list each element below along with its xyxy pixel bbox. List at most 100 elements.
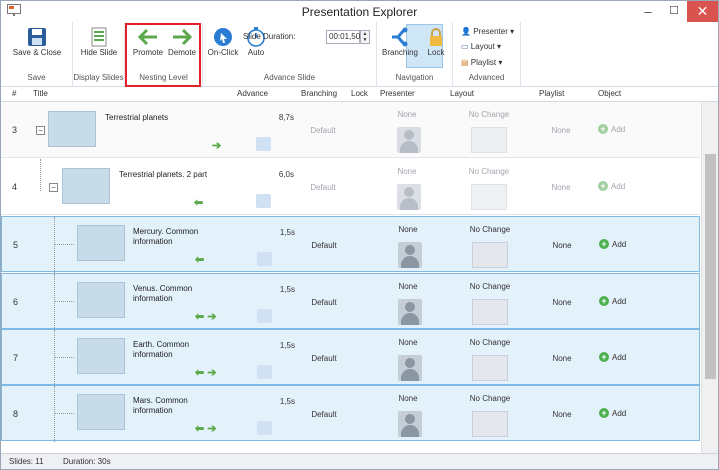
playlist-value[interactable]: None [539, 126, 583, 135]
status-bar: Slides: 11 Duration: 30s [1, 453, 718, 469]
on-click-icon[interactable] [257, 365, 272, 379]
col-lock[interactable]: Lock [351, 89, 368, 98]
timer-icon[interactable] [275, 137, 290, 151]
col-title[interactable]: Title [33, 89, 48, 98]
close-button[interactable]: ✕ [687, 1, 718, 22]
playlist-value[interactable]: None [540, 354, 584, 363]
presenter-value[interactable]: None [380, 394, 436, 403]
plus-icon: + [598, 181, 608, 191]
add-label: Add [612, 240, 627, 249]
timer-icon[interactable] [276, 309, 291, 323]
add-object-button[interactable]: + Add [599, 239, 626, 249]
add-object-button[interactable]: + Add [599, 352, 626, 362]
layout-value[interactable]: No Change [450, 338, 530, 347]
plus-icon: + [598, 124, 608, 134]
avatar [398, 411, 422, 437]
tree-line [54, 244, 74, 245]
save-close-button[interactable]: Save & Close [11, 26, 63, 57]
presenter-value[interactable]: None [380, 225, 436, 234]
lock-label: Lock [427, 48, 445, 57]
on-click-icon[interactable] [256, 137, 271, 151]
slide-duration-input[interactable]: 00:01,50 [326, 30, 360, 44]
presenter-menu[interactable]: 👤 Presenter ▾ [461, 27, 514, 36]
nesting-arrows[interactable]: ⬅ [194, 196, 203, 209]
save-close-label: Save & Close [12, 48, 62, 57]
collapse-toggle[interactable]: − [36, 126, 45, 135]
table-row[interactable]: 3 − Terrestrial planets 8,7s ➔ Default N… [1, 102, 700, 158]
collapse-toggle[interactable]: − [49, 183, 58, 192]
maximize-button[interactable]: ☐ [662, 1, 686, 22]
presentation-explorer-window: Presentation Explorer – ☐ ✕ Save & Close… [0, 0, 719, 470]
advance-time: 1,5s [279, 341, 295, 350]
slide-thumbnail [77, 338, 125, 374]
slide-duration-stepper[interactable]: ▲ ▼ [360, 30, 370, 44]
presenter-value[interactable]: None [379, 167, 435, 176]
add-object-button[interactable]: + Add [599, 408, 626, 418]
col-object[interactable]: Object [598, 89, 621, 98]
slide-title: Mars. Common information [133, 396, 188, 415]
playlist-value[interactable]: None [540, 410, 584, 419]
layout-value[interactable]: No Change [450, 282, 530, 291]
branching-button[interactable]: Branching [379, 26, 421, 57]
nesting-arrows[interactable]: ⬅ [195, 253, 204, 266]
playlist-value[interactable]: None [539, 183, 583, 192]
scrollbar-thumb[interactable] [705, 154, 716, 379]
playlist-value[interactable]: None [540, 241, 584, 250]
branching-value[interactable]: Default [302, 354, 346, 363]
branching-value[interactable]: Default [302, 241, 346, 250]
branching-value[interactable]: Default [301, 183, 345, 192]
save-icon [28, 28, 46, 46]
layout-value[interactable]: No Change [450, 225, 530, 234]
nesting-arrows[interactable]: ➔ [212, 139, 221, 152]
timer-icon[interactable] [276, 365, 291, 379]
col-layout[interactable]: Layout [450, 89, 474, 98]
layout-value[interactable]: No Change [449, 110, 529, 119]
add-object-button[interactable]: + Add [599, 296, 626, 306]
add-label: Add [612, 409, 627, 418]
col-num[interactable]: # [12, 89, 16, 98]
branching-value[interactable]: Default [302, 410, 346, 419]
slide-grid: 3 − Terrestrial planets 8,7s ➔ Default N… [1, 102, 701, 454]
col-playlist[interactable]: Playlist [539, 89, 564, 98]
add-object-button[interactable]: + Add [598, 124, 625, 134]
on-click-button[interactable]: On-Click [205, 26, 241, 57]
table-row[interactable]: 8 Mars. Common information 1,5s ⬅ ➔ Defa… [1, 385, 700, 442]
on-click-icon[interactable] [257, 421, 272, 435]
nesting-arrows[interactable]: ⬅ ➔ [195, 310, 217, 323]
presenter-value[interactable]: None [379, 110, 435, 119]
col-advance[interactable]: Advance [237, 89, 268, 98]
row-number: 8 [13, 409, 19, 419]
layout-thumbnail [472, 411, 508, 437]
auto-button[interactable]: Auto [241, 26, 271, 57]
timer-icon[interactable] [276, 252, 291, 266]
nesting-arrows[interactable]: ⬅ ➔ [195, 422, 217, 435]
col-branching[interactable]: Branching [301, 89, 337, 98]
table-row[interactable]: 7 Earth. Common information 1,5s ⬅ ➔ Def… [1, 329, 700, 386]
table-row[interactable]: 5 Mercury. Common information 1,5s ⬅ Def… [1, 216, 700, 273]
branching-value[interactable]: Default [301, 126, 345, 135]
vertical-scrollbar[interactable] [701, 102, 718, 454]
timer-icon[interactable] [275, 194, 290, 208]
col-presenter[interactable]: Presenter [380, 89, 415, 98]
timer-icon[interactable] [276, 421, 291, 435]
layout-value[interactable]: No Change [450, 394, 530, 403]
on-click-icon[interactable] [256, 194, 271, 208]
layout-menu[interactable]: ▭ Layout ▾ [461, 42, 501, 51]
lock-button[interactable]: Lock [423, 26, 449, 57]
minimize-button[interactable]: – [635, 1, 661, 22]
presenter-value[interactable]: None [380, 282, 436, 291]
layout-value[interactable]: No Change [449, 167, 529, 176]
nesting-arrows[interactable]: ⬅ ➔ [195, 366, 217, 379]
add-object-button[interactable]: + Add [598, 181, 625, 191]
hide-slide-button[interactable]: Hide Slide [79, 26, 119, 57]
branching-value[interactable]: Default [302, 298, 346, 307]
plus-icon: + [599, 296, 609, 306]
playlist-menu-label: Playlist [470, 58, 497, 67]
presenter-value[interactable]: None [380, 338, 436, 347]
table-row[interactable]: 4 − Terrestrial planets. 2 part 6,0s ⬅ D… [1, 159, 700, 215]
table-row[interactable]: 6 Venus. Common information 1,5s ⬅ ➔ Def… [1, 273, 700, 330]
on-click-icon[interactable] [257, 309, 272, 323]
playlist-value[interactable]: None [540, 298, 584, 307]
on-click-icon[interactable] [257, 252, 272, 266]
playlist-menu[interactable]: ▤ Playlist ▾ [461, 58, 502, 67]
